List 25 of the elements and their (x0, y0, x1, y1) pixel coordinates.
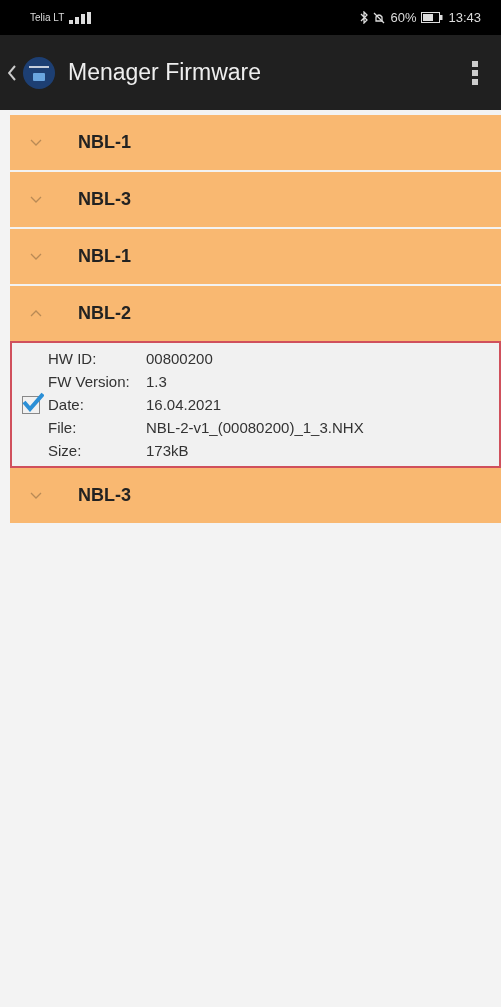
field-value: 00800200 (146, 349, 213, 369)
more-menu-icon[interactable] (471, 59, 479, 86)
clock: 13:43 (448, 10, 481, 25)
field-label: File: (48, 418, 78, 438)
back-icon[interactable] (8, 64, 16, 81)
field-label: FW Version: (48, 372, 131, 392)
group-header[interactable]: NBL-3 (10, 172, 501, 227)
carrier-name: Telia LT (30, 12, 65, 23)
mute-icon (373, 11, 386, 24)
field-value: 173kB (146, 441, 189, 461)
field-value: 16.04.2021 (146, 395, 222, 415)
field-value: NBL-2-v1_(00080200)_1_3.NHX (146, 418, 364, 438)
app-title: Menager Firmware (68, 59, 261, 86)
group-header[interactable]: NBL-1 (10, 229, 501, 284)
group-header[interactable]: NBL-1 (10, 115, 501, 170)
group-header[interactable]: NBL-3 (10, 468, 501, 523)
app-logo-icon (22, 55, 56, 90)
battery-icon (421, 12, 444, 23)
field-label: Size: (48, 441, 83, 461)
group-header[interactable]: NBL-2 (10, 286, 501, 341)
bluetooth-icon (360, 11, 369, 24)
battery-percent: 60% (390, 10, 417, 25)
field-label: Date: (48, 395, 85, 415)
field-label: HW ID: (48, 349, 98, 369)
field-value: 1.3 (146, 372, 167, 392)
